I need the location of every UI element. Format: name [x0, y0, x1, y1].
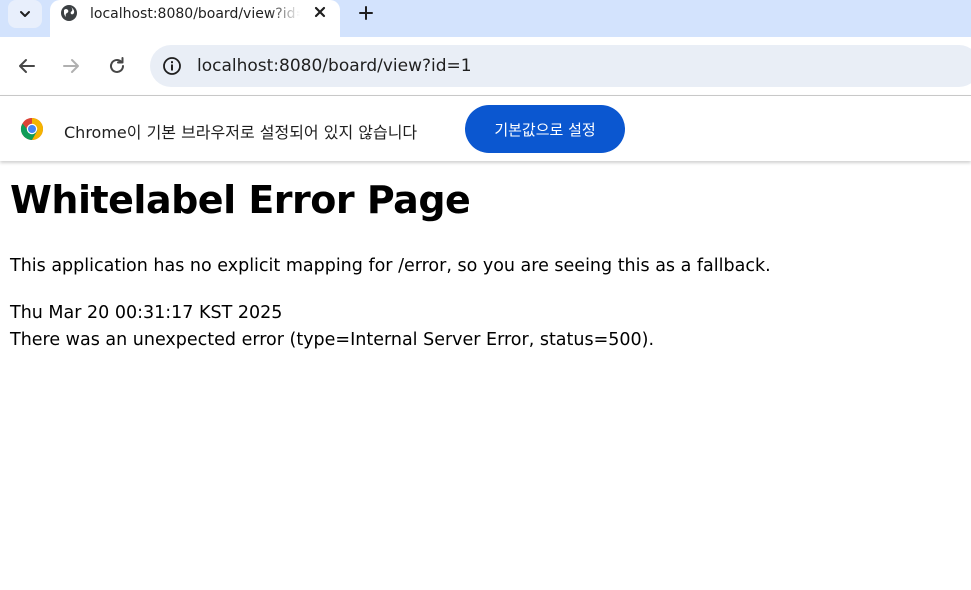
active-tab[interactable]: localhost:8080/board/view?id=1: [50, 0, 340, 37]
error-timestamp: Thu Mar 20 00:31:17 KST 2025: [10, 303, 283, 323]
reload-icon[interactable]: [107, 56, 127, 76]
close-icon[interactable]: [312, 4, 328, 20]
chevron-down-icon: [20, 11, 30, 17]
tab-title: localhost:8080/board/view?id=1: [90, 6, 300, 22]
page-title: Whitelabel Error Page: [10, 178, 471, 222]
tab-search-button[interactable]: [8, 0, 42, 28]
chrome-logo-icon: [21, 118, 43, 140]
url-text[interactable]: localhost:8080/board/view?id=1: [197, 56, 472, 76]
browser-toolbar: localhost:8080/board/view?id=1: [0, 37, 971, 95]
arrow-right-icon[interactable]: [61, 56, 81, 76]
arrow-left-icon[interactable]: [17, 56, 37, 76]
infobar-message: Chrome이 기본 브라우저로 설정되어 있지 않습니다: [64, 123, 418, 142]
address-bar[interactable]: localhost:8080/board/view?id=1: [150, 45, 971, 87]
info-icon[interactable]: [162, 56, 182, 76]
default-browser-infobar: Chrome이 기본 브라우저로 설정되어 있지 않습니다 기본값으로 설정: [0, 95, 971, 161]
error-detail: There was an unexpected error (type=Inte…: [10, 330, 655, 350]
plus-icon[interactable]: [357, 4, 375, 22]
globe-icon: [61, 5, 77, 21]
error-explanation: This application has no explicit mapping…: [10, 256, 771, 276]
tab-strip: localhost:8080/board/view?id=1: [0, 0, 971, 37]
set-default-button[interactable]: 기본값으로 설정: [465, 105, 625, 153]
